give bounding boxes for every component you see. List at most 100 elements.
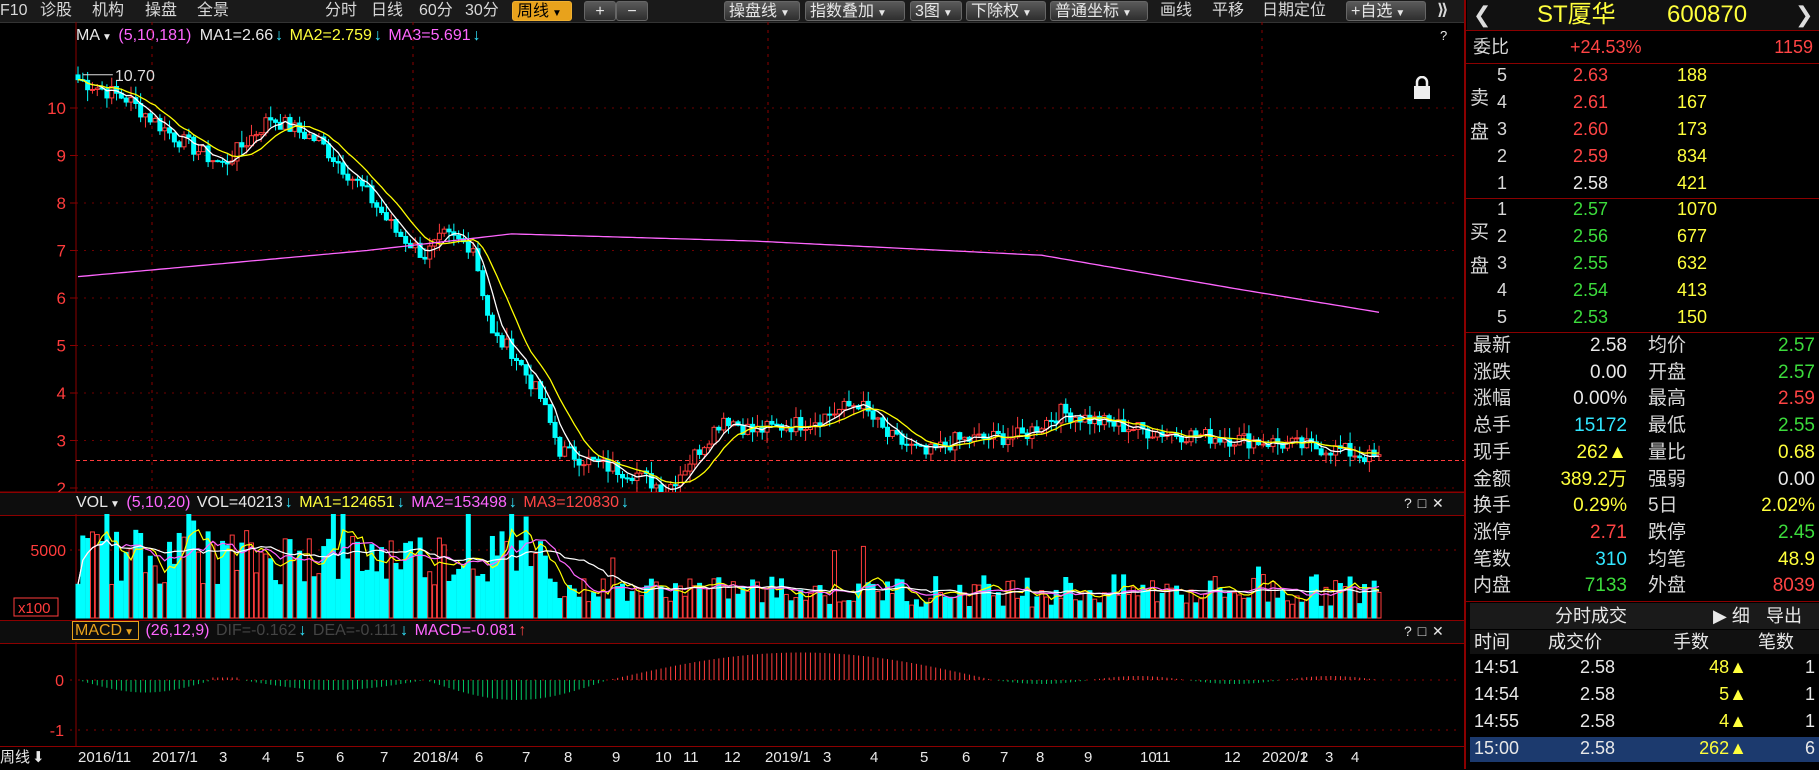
trade-row[interactable]: 15:00 2.58 262▲ 6 [1470,737,1819,762]
period-day-tab[interactable]: 日线 [371,0,403,22]
close-icon[interactable]: ✕ [1432,623,1444,639]
chevron-down-icon: ▼ [124,627,135,638]
index-overlay-menu[interactable]: 指数叠加 ▼ [805,1,905,21]
macd-indicator-select[interactable]: MACD ▼ [72,621,140,640]
trades-title: 分时成交 [1555,606,1627,626]
book-row[interactable]: 5 2.53 150 [1497,306,1817,329]
collapse-panel-icon[interactable]: ⟫ [1437,0,1449,22]
book-row[interactable]: 4 2.61 167 [1497,91,1817,114]
candle-body [798,417,804,431]
book-row[interactable]: 2 2.59 834 [1497,145,1817,168]
x-tick-label: 2018/4 [413,749,459,766]
candle-body [1328,452,1334,456]
trade-volume: 48▲ [1709,657,1747,677]
period-week-tab[interactable]: 周线 ▼ [512,1,572,21]
candle-body [928,443,934,455]
y-tick-label: 4 [57,384,66,403]
candle-body [1352,455,1358,458]
volume-bar [740,586,746,619]
book-row[interactable]: 3 2.55 632 [1497,252,1817,275]
book-row[interactable]: 3 2.60 173 [1497,118,1817,141]
institution-button[interactable]: 机构 [92,0,124,22]
maximize-icon[interactable]: □ [1418,495,1426,511]
candle-body [1318,448,1324,456]
stat-row: 涨跌 0.00 开盘 2.57 [1473,361,1815,384]
weicha-value: 1159 [1774,37,1813,57]
trade-row[interactable]: 14:51 2.58 48▲ 1 [1470,656,1819,681]
period-week-label: 周线 [517,3,550,20]
book-row[interactable]: 1 2.57 1070 [1497,198,1817,221]
x-tick-label: 4 [1351,749,1360,766]
candle-body [456,234,462,240]
volume-bar [499,531,505,619]
period-minute-tab[interactable]: 分时 [325,0,357,22]
help-icon[interactable]: ? [1404,623,1412,639]
volume-chart[interactable]: 5000 x100 [0,514,1464,621]
maximize-icon[interactable]: □ [1418,623,1426,639]
x-tick-label: 11 [1155,749,1171,766]
trade-button[interactable]: 操盘 [145,0,177,22]
candlestick-chart[interactable]: 109876543210.701.72 [0,22,1464,492]
trade-row[interactable]: 14:55 2.58 4▲ 1 [1470,710,1819,735]
draw-line-button[interactable]: 画线 [1160,0,1192,22]
help-icon[interactable]: ? [1404,495,1412,511]
period-30min-tab[interactable]: 30分 [465,0,499,22]
volume-bar [846,600,852,619]
volume-bar [822,595,828,619]
arrow-down-icon: ↓ [508,494,517,511]
candle-body [1130,429,1136,432]
zoom-out-button[interactable]: − [616,1,648,21]
chart-count-label: 3图 [915,3,940,20]
play-icon: ▶ [1713,606,1727,626]
y-tick-label: 6 [57,289,66,308]
export-button[interactable]: 导出 [1766,603,1802,629]
candle-body [957,432,963,440]
candle-body [697,449,703,455]
book-row[interactable]: 1 2.58 421 [1497,172,1817,195]
add-favorite-button[interactable]: +自选 ▼ [1346,1,1426,21]
chart-count-menu[interactable]: 3图 ▼ [910,1,962,21]
stat-label: 外盘 [1648,575,1687,597]
coordinate-menu[interactable]: 普通坐标 ▼ [1050,1,1148,21]
book-row[interactable]: 4 2.54 413 [1497,279,1817,302]
strategy-line-menu[interactable]: 操盘线 ▼ [724,1,800,21]
vol-indicator-select[interactable]: VOL [76,494,108,511]
x-tick-label: 6 [962,749,971,766]
detail-button[interactable]: ▶ 细 [1713,603,1750,629]
arrow-down-icon: ↓ [284,494,293,511]
next-stock-icon[interactable]: ❯ [1795,0,1813,30]
pan-button[interactable]: 平移 [1212,0,1244,22]
candle-body [383,212,389,221]
book-row[interactable]: 2 2.56 677 [1497,225,1817,248]
close-icon[interactable]: ✕ [1432,495,1444,511]
candle-body [191,136,197,155]
volume-bar [533,552,539,619]
f10-button[interactable]: F10 [0,0,28,22]
macd-chart[interactable]: 0 -1 [0,642,1464,746]
volume-bar [600,578,606,619]
volume-bar [639,595,645,619]
panorama-button[interactable]: 全景 [197,0,229,22]
volume-bar [1101,592,1107,619]
volume-bar [162,582,168,619]
period-60min-tab[interactable]: 60分 [419,0,453,22]
volume-bar [966,605,972,619]
volume-bar [306,538,312,619]
volume-bar [253,572,259,619]
volume-bar [1198,598,1204,619]
zoom-in-button[interactable]: + [584,1,616,21]
volume-bar [1092,598,1098,619]
prev-stock-icon[interactable]: ❮ [1473,0,1491,30]
date-locate-button[interactable]: 日期定位 [1262,0,1326,22]
volume-bar [1010,580,1016,619]
ex-rights-menu[interactable]: 下除权 ▼ [966,1,1046,21]
volume-bar [658,585,664,619]
candle-body [803,428,809,431]
volume-bar [880,600,886,619]
volume-bar [427,571,433,619]
volume-bar [118,580,124,619]
trade-row[interactable]: 14:54 2.58 5▲ 1 [1470,683,1819,708]
book-row[interactable]: 5 2.63 188 [1497,64,1817,87]
lock-icon[interactable] [1412,75,1432,100]
diagnose-button[interactable]: 诊股 [40,0,72,22]
